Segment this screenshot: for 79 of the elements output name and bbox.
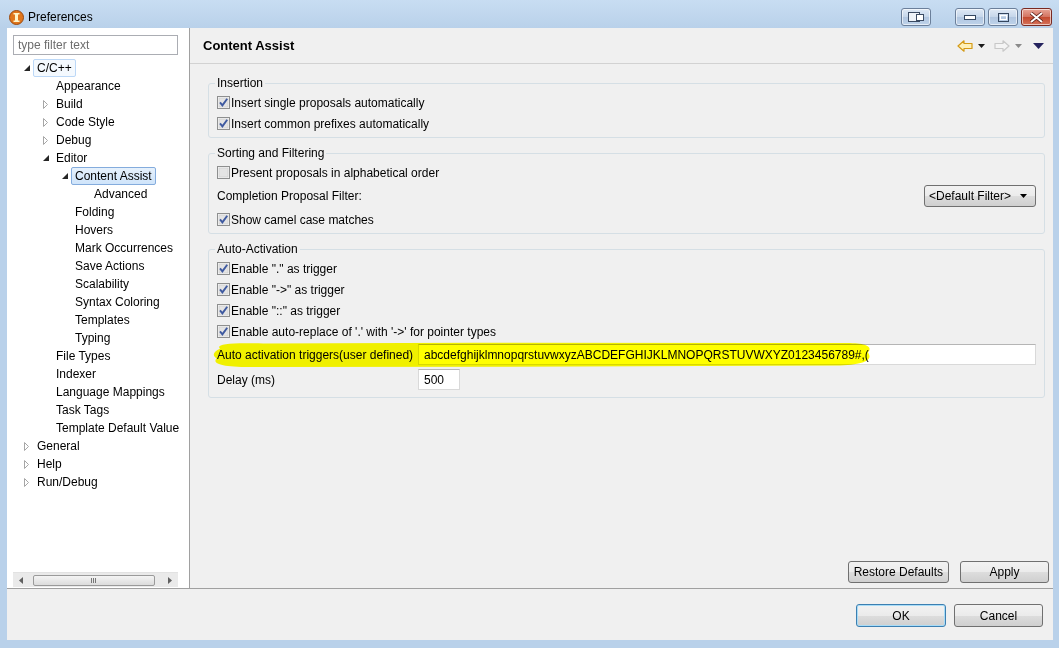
scroll-left-arrow-icon[interactable] (19, 576, 23, 584)
checkbox[interactable] (217, 166, 230, 179)
checkbox[interactable] (217, 96, 230, 109)
checkbox[interactable] (217, 262, 230, 275)
triangle-down-icon[interactable] (42, 155, 49, 161)
tree-item[interactable]: Language Mappings (52, 383, 169, 401)
dialog-button[interactable]: Cancel (954, 604, 1043, 627)
triangle-down-icon[interactable] (23, 65, 30, 71)
scroll-right-arrow-icon[interactable] (168, 576, 172, 584)
checkbox-label[interactable]: Enable auto-replace of '.' with '->' for pointer types (231, 324, 496, 339)
tree-item[interactable]: Hovers (71, 221, 117, 239)
maximize-icon (997, 12, 1009, 22)
tree-item[interactable]: Typing (71, 329, 115, 347)
close-icon (1030, 11, 1043, 23)
checkbox-label[interactable]: Enable "::" as trigger (231, 303, 341, 318)
tree-item[interactable]: Appearance (52, 77, 125, 95)
caret-icon (1020, 194, 1027, 198)
checkbox[interactable] (217, 304, 230, 317)
number-field[interactable]: 500 (418, 369, 460, 390)
tree-item[interactable]: Advanced (90, 185, 152, 203)
window-layout-button[interactable] (901, 8, 931, 26)
tree-item[interactable]: Mark Occurrences (71, 239, 178, 257)
caret-icon (1015, 43, 1022, 48)
checkbox-label[interactable]: Insert common prefixes automatically (231, 116, 430, 131)
arrow-left-icon (957, 39, 973, 52)
view-menu-button[interactable] (1033, 42, 1044, 49)
tree-item[interactable]: Build (52, 95, 87, 113)
tree-item[interactable]: Template Default Value (52, 419, 184, 437)
field-label: Delay (ms) (217, 372, 276, 387)
tree-item[interactable]: Folding (71, 203, 119, 221)
app-logo-icon (9, 9, 24, 25)
tree-item[interactable]: Debug (52, 131, 96, 149)
checkbox[interactable] (217, 325, 230, 338)
tree-item[interactable]: Syntax Coloring (71, 293, 164, 311)
caret-icon (978, 43, 985, 48)
minimize-button[interactable] (955, 8, 985, 26)
tree-item[interactable]: Save Actions (71, 257, 149, 275)
tree-item[interactable]: File Types (52, 347, 115, 365)
close-button[interactable] (1021, 8, 1052, 26)
tree-item[interactable]: Code Style (52, 113, 119, 131)
checkbox[interactable] (217, 117, 230, 130)
page-button[interactable]: Restore Defaults (847, 561, 949, 583)
window-title: Preferences (28, 10, 93, 24)
page-button[interactable]: Apply (960, 561, 1049, 583)
group-title: Auto-Activation (216, 242, 299, 256)
dialog-button[interactable]: OK (856, 604, 946, 627)
field-label: Completion Proposal Filter: (217, 189, 362, 203)
tree-item[interactable]: Scalability (71, 275, 134, 293)
tree-item[interactable]: General (33, 437, 84, 455)
filter-field[interactable]: type filter text (13, 35, 178, 55)
checkbox-label[interactable]: Enable "->" as trigger (231, 282, 345, 297)
checkbox-label[interactable]: Show camel case matches (231, 212, 374, 227)
arrow-right-icon (994, 39, 1010, 52)
tree-item[interactable]: Run/Debug (33, 473, 102, 491)
group-title: Sorting and Filtering (216, 146, 326, 160)
checkbox-label[interactable]: Insert single proposals automatically (231, 95, 425, 110)
checkbox[interactable] (217, 283, 230, 296)
tree-item[interactable]: Editor (52, 149, 92, 167)
checkbox-label[interactable]: Present proposals in alphabetical order (231, 165, 440, 180)
group-title: Insertion (216, 76, 265, 90)
tree-item[interactable]: Help (33, 455, 66, 473)
tree-item[interactable]: Content Assist (71, 167, 156, 185)
checkbox[interactable] (217, 213, 230, 226)
triangle-down-icon[interactable] (61, 173, 68, 179)
window-icon (908, 12, 924, 22)
maximize-button[interactable] (988, 8, 1018, 26)
filter-dropdown[interactable]: <Default Filter> (924, 185, 1036, 207)
checkbox-label[interactable]: Enable "." as trigger (231, 261, 337, 276)
field-label: Auto activation triggers(user defined) (217, 347, 415, 362)
horizontal-scrollbar[interactable] (13, 572, 178, 587)
tree-item[interactable]: Task Tags (52, 401, 114, 419)
tree-item[interactable]: Templates (71, 311, 134, 329)
tree-item[interactable]: C/C++ (33, 59, 76, 77)
scrollbar-thumb[interactable] (33, 574, 155, 586)
page-title: Content Assist (203, 38, 295, 53)
history-dropdown-button[interactable] (978, 43, 985, 48)
caret-icon (1033, 42, 1044, 49)
tree-item[interactable]: Indexer (52, 365, 101, 383)
minimize-icon (964, 14, 976, 20)
